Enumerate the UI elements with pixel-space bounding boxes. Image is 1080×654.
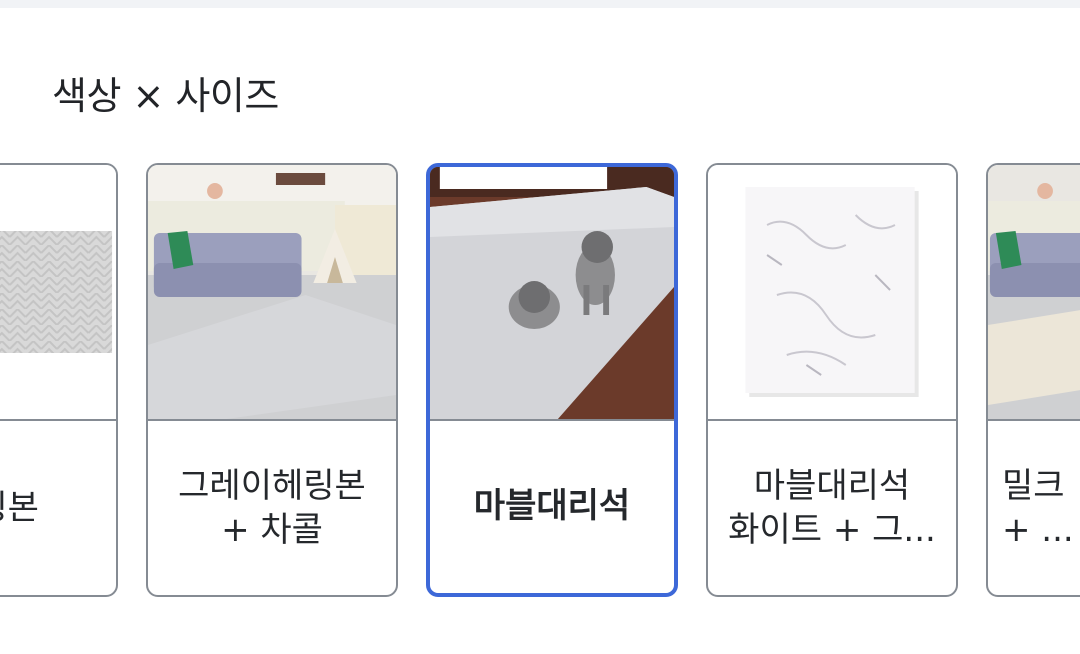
option-card-gray-herringbone-charcoal[interactable]: 그레이헤링본 + 차콜 (146, 163, 398, 597)
option-card-marble-selected[interactable]: 마블대리석 (426, 163, 678, 597)
option-carousel[interactable]: 헤링본 그레이헤링본 + 차콜 (0, 163, 1080, 603)
white-marble-mat-image (708, 165, 956, 421)
option-group-title: 색상 × 사이즈 (52, 74, 279, 118)
poodles-on-mat-image (430, 167, 674, 421)
living-room-mat-image (988, 165, 1080, 421)
option-label: 밀크 + ... (1002, 466, 1074, 550)
option-card-herringbone[interactable]: 헤링본 (0, 163, 118, 597)
option-label: 그레이헤링본 + 차콜 (178, 466, 366, 550)
top-divider (0, 0, 1080, 8)
option-label: 마블대리석 화이트 + 그... (728, 466, 936, 550)
option-card-milk[interactable]: 밀크 + ... (986, 163, 1080, 597)
gray-herringbone-mat-image (0, 165, 116, 421)
option-label: 헤링본 (0, 488, 39, 528)
living-room-mat-image (148, 165, 396, 421)
option-label: 마블대리석 (473, 486, 631, 526)
option-card-marble-white-gray[interactable]: 마블대리석 화이트 + 그... (706, 163, 958, 597)
